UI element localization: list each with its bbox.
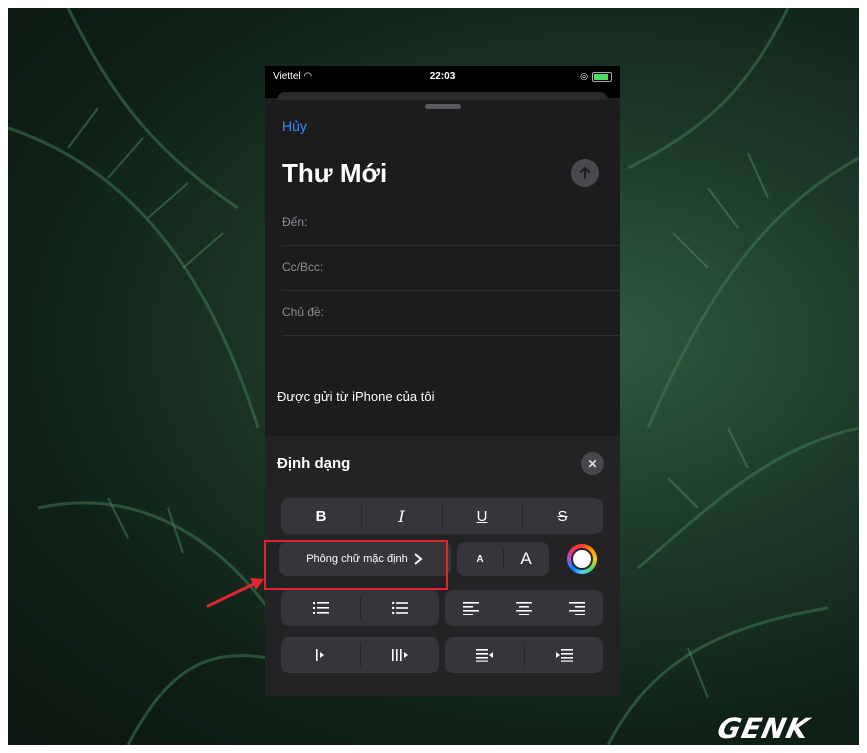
align-right-button[interactable]: [550, 590, 603, 626]
message-body-signature[interactable]: Được gửi từ iPhone của tôi: [277, 389, 434, 404]
increase-font-size-button[interactable]: A: [503, 542, 549, 576]
status-icons: ◎: [580, 71, 612, 82]
sheet-grabber[interactable]: [425, 104, 461, 109]
page-title: Thư Mới: [282, 158, 388, 188]
quote-increase-icon: [555, 649, 573, 662]
status-bar: Viettel ◠ 22:03 ◎: [265, 66, 620, 88]
alarm-icon: ◎: [580, 71, 588, 81]
sheet-stack-edge: [277, 92, 608, 100]
numbered-list-icon: [312, 602, 329, 614]
underline-button[interactable]: U: [442, 498, 522, 534]
cc-bcc-label: Cc/Bcc:: [282, 260, 324, 274]
indent-row: [281, 637, 439, 673]
text-color-button[interactable]: [562, 542, 602, 576]
subject-label: Chủ đề:: [282, 305, 325, 319]
decrease-font-size-button[interactable]: A: [457, 542, 503, 576]
phone-screen: Viettel ◠ 22:03 ◎ Hủy Thư Mới Đến: Cc/Bc…: [265, 66, 620, 696]
send-button[interactable]: [571, 159, 599, 187]
quote-decrease-button[interactable]: [445, 637, 524, 673]
close-format-button[interactable]: ✕: [581, 452, 604, 475]
cancel-button[interactable]: Hủy: [282, 118, 307, 134]
format-panel-title: Định dạng: [277, 455, 351, 472]
align-left-icon: [463, 602, 479, 615]
to-field[interactable]: Đến:: [282, 201, 620, 246]
quote-row: [445, 637, 603, 673]
quote-increase-button[interactable]: [524, 637, 603, 673]
align-right-icon: [568, 602, 585, 615]
bullet-list-button[interactable]: [360, 590, 439, 626]
bullet-list-icon: [391, 601, 408, 615]
indent-button[interactable]: [360, 637, 439, 673]
list-row: [281, 590, 439, 626]
outdent-icon: [315, 649, 324, 661]
selected-color-swatch: [571, 548, 593, 570]
outdent-button[interactable]: [281, 637, 360, 673]
alignment-row: [445, 590, 603, 626]
align-left-button[interactable]: [445, 590, 497, 626]
align-center-icon: [515, 602, 532, 615]
bold-button[interactable]: B: [281, 498, 361, 534]
cc-bcc-field[interactable]: Cc/Bcc:: [282, 246, 620, 291]
quote-decrease-icon: [475, 649, 493, 662]
red-arrow-annotation: [206, 578, 264, 608]
align-center-button[interactable]: [497, 590, 550, 626]
color-wheel-icon: [567, 544, 597, 574]
text-style-row: B I U S: [281, 498, 603, 534]
clock: 22:03: [429, 71, 456, 82]
font-size-row: A A: [457, 542, 549, 576]
highlight-box: [264, 540, 448, 590]
numbered-list-button[interactable]: [281, 590, 360, 626]
close-icon: ✕: [587, 456, 598, 471]
subject-field[interactable]: Chủ đề:: [282, 291, 620, 336]
send-arrow-icon: [580, 166, 590, 179]
italic-button[interactable]: I: [361, 498, 442, 534]
to-label: Đến:: [282, 215, 308, 229]
indent-icon: [391, 649, 408, 661]
logo-text: GENK: [714, 712, 813, 745]
battery-icon: [592, 71, 612, 82]
strikethrough-button[interactable]: S: [522, 498, 603, 534]
genk-logo: GENK: [714, 712, 812, 745]
